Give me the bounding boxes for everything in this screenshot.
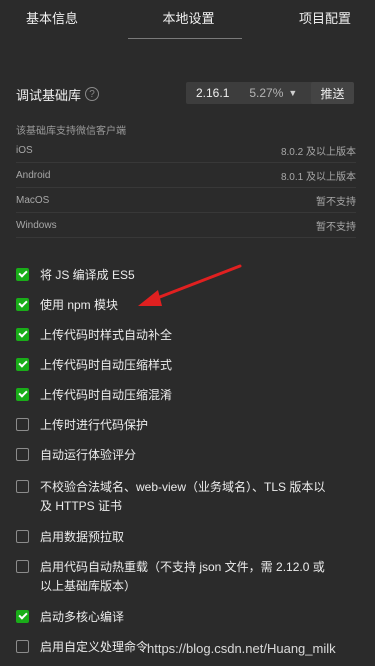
option-row[interactable]: 启动多核心编译 (16, 608, 336, 627)
debug-base-library-row: 调试基础库 ? 2.16.1 5.27% ▼ 推送 (16, 82, 359, 106)
checkbox-checked[interactable] (16, 328, 29, 341)
checkbox-unchecked[interactable] (16, 530, 29, 543)
checkbox-unchecked[interactable] (16, 480, 29, 493)
option-label: 启用代码自动热重载（不支持 json 文件，需 2.12.0 或以上基础库版本） (40, 560, 325, 593)
option-row[interactable]: 使用 npm 模块 (16, 296, 336, 315)
checkbox-checked[interactable] (16, 388, 29, 401)
support-list: iOS 8.0.2 及以上版本 Android 8.0.1 及以上版本 MacOS 暂不支… (16, 138, 356, 238)
base-library-version-select[interactable]: 2.16.1 5.27% ▼ (186, 82, 321, 104)
support-platform: iOS (16, 144, 33, 156)
option-label: 上传时进行代码保护 (40, 418, 149, 432)
settings-tabs: 基本信息 本地设置 项目配置 (0, 0, 375, 40)
option-row[interactable]: 启用数据预拉取 (16, 528, 336, 547)
version-usage-percent: 5.27% (249, 86, 284, 100)
checkbox-checked[interactable] (16, 610, 29, 623)
support-platform: MacOS (16, 194, 50, 206)
checkbox-checked[interactable] (16, 268, 29, 281)
checkbox-unchecked[interactable] (16, 560, 29, 573)
tab-basic-info[interactable]: 基本信息 (26, 8, 78, 27)
option-row[interactable]: 上传代码时自动压缩样式 (16, 356, 336, 375)
support-row: iOS 8.0.2 及以上版本 (16, 138, 356, 163)
caret-down-icon: ▼ (288, 88, 298, 98)
option-label: 使用 npm 模块 (40, 298, 119, 312)
checkbox-unchecked[interactable] (16, 448, 29, 461)
tab-project-config[interactable]: 项目配置 (299, 8, 351, 27)
version-value: 2.16.1 (196, 86, 230, 100)
support-status: 暂不支持 (316, 221, 356, 233)
checkbox-checked[interactable] (16, 358, 29, 371)
option-label: 不校验合法域名、web-view（业务域名）、TLS 版本以及 HTTPS 证书 (40, 480, 326, 513)
debug-base-library-label: 调试基础库 (16, 87, 82, 103)
support-status: 8.0.1 及以上版本 (280, 171, 356, 183)
option-label: 将 JS 编译成 ES5 (40, 268, 135, 282)
push-button[interactable]: 推送 (311, 82, 354, 104)
option-row[interactable]: 不校验合法域名、web-view（业务域名）、TLS 版本以及 HTTPS 证书 (16, 478, 336, 516)
option-row[interactable]: 自动运行体验评分 (16, 446, 336, 465)
support-status: 暂不支持 (316, 196, 356, 208)
support-platform: Android (16, 169, 51, 181)
checkbox-checked[interactable] (16, 298, 29, 311)
support-row: Windows 暂不支持 (16, 213, 356, 238)
option-label: 启用自定义处理命令 (40, 640, 149, 654)
support-status: 8.0.2 及以上版本 (280, 146, 356, 158)
active-tab-indicator (128, 38, 242, 39)
question-circle-icon[interactable]: ? (85, 87, 100, 101)
option-label: 启动多核心编译 (40, 610, 125, 624)
option-label: 上传代码时样式自动补全 (40, 328, 173, 342)
option-label: 自动运行体验评分 (40, 448, 137, 462)
option-row[interactable]: 启用代码自动热重载（不支持 json 文件，需 2.12.0 或以上基础库版本） (16, 558, 336, 596)
option-label: 启用数据预拉取 (40, 530, 125, 544)
watermark: https://blog.csdn.net/Huang_milk (147, 641, 336, 656)
option-row[interactable]: 上传时进行代码保护 (16, 416, 336, 435)
option-label: 上传代码时自动压缩样式 (40, 358, 173, 372)
tab-local-settings[interactable]: 本地设置 (162, 8, 214, 27)
option-row[interactable]: 将 JS 编译成 ES5 (16, 266, 336, 285)
support-title: 该基础库支持微信客户端 (16, 126, 126, 137)
support-row: Android 8.0.1 及以上版本 (16, 163, 356, 188)
option-label: 上传代码时自动压缩混淆 (40, 388, 173, 402)
checkbox-unchecked[interactable] (16, 418, 29, 431)
support-row: MacOS 暂不支持 (16, 188, 356, 213)
option-row[interactable]: 上传代码时自动压缩混淆 (16, 386, 336, 405)
option-row[interactable]: 上传代码时样式自动补全 (16, 326, 336, 345)
support-platform: Windows (16, 219, 57, 231)
checkbox-unchecked[interactable] (16, 640, 29, 653)
